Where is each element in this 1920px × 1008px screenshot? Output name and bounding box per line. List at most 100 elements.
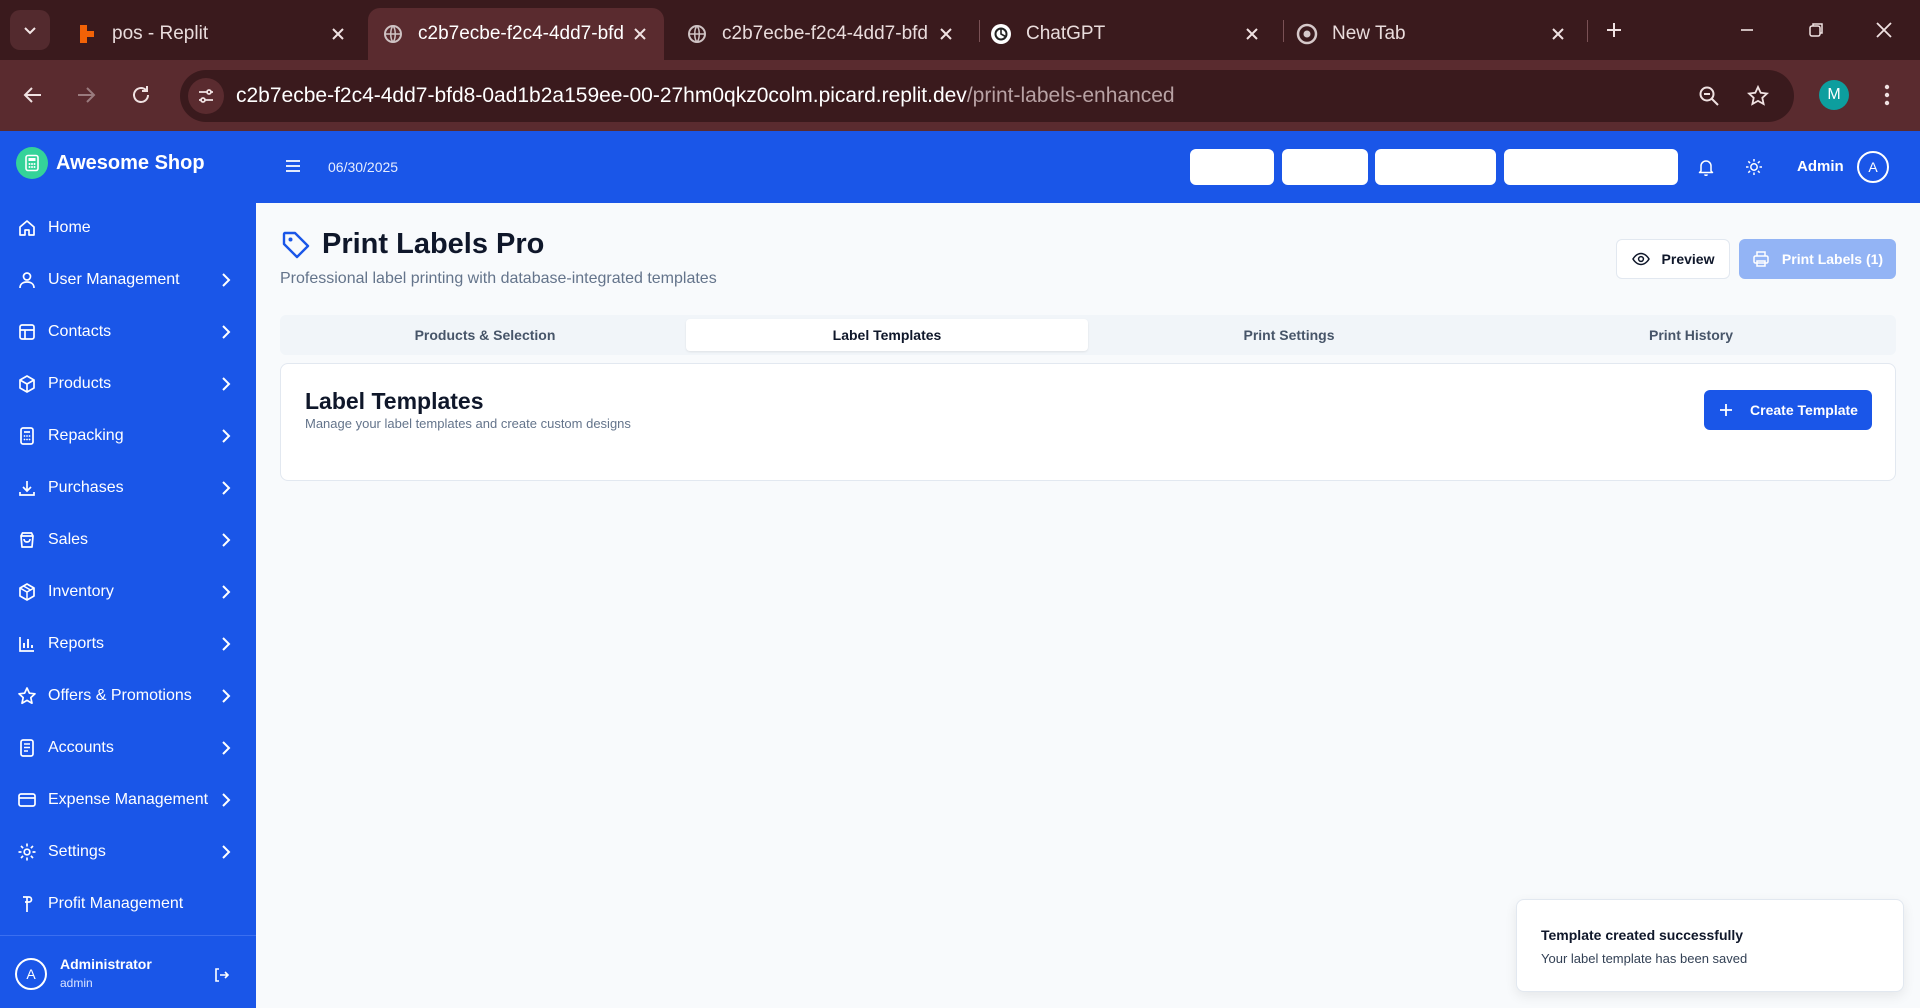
reload-icon	[133, 86, 149, 103]
close-window-button[interactable]	[1868, 14, 1900, 46]
sidebar-item-reports[interactable]: Reports	[0, 618, 256, 670]
user-icon	[16, 269, 38, 291]
address-bar[interactable]: c2b7ecbe-f2c4-4dd7-bfd8-0ad1b2a159ee-00-…	[180, 70, 1794, 122]
page-tabs: Products & Selection Label Templates Pri…	[280, 315, 1896, 355]
header-quick-button-2[interactable]	[1282, 149, 1368, 185]
restore-icon	[1809, 23, 1823, 37]
sidebar-item-label: Inventory	[48, 583, 114, 600]
chevron-right-icon	[216, 738, 236, 758]
sidebar-item-expense-management[interactable]: Expense Management	[0, 774, 256, 826]
bell-icon[interactable]	[1695, 156, 1717, 178]
brand-name: Awesome Shop	[56, 151, 205, 174]
sidebar-item-settings[interactable]: Settings	[0, 826, 256, 878]
preview-button-label: Preview	[1661, 251, 1715, 267]
restore-button[interactable]	[1800, 14, 1832, 46]
preview-button[interactable]: Preview	[1616, 239, 1730, 279]
browser-tab-chatgpt[interactable]: ChatGPT	[976, 8, 1276, 60]
sidebar-item-profit-management[interactable]: Profit Management	[0, 878, 256, 930]
page-subtitle: Professional label printing with databas…	[280, 270, 717, 287]
sidebar-item-label: Offers & Promotions	[48, 687, 192, 704]
header-quick-button-4[interactable]	[1504, 149, 1678, 185]
sidebar-item-inventory[interactable]: Inventory	[0, 566, 256, 618]
back-button[interactable]	[15, 77, 51, 113]
url-host: c2b7ecbe-f2c4-4dd7-bfd8-0ad1b2a159ee-00-…	[236, 84, 967, 107]
tab-search-button[interactable]	[10, 10, 50, 50]
sidebar-item-contacts[interactable]: Contacts	[0, 306, 256, 358]
close-icon[interactable]	[1240, 22, 1264, 46]
header-quick-button-3[interactable]	[1375, 149, 1496, 185]
tab-label-templates[interactable]: Label Templates	[686, 319, 1088, 351]
zoom-icon[interactable]	[1696, 83, 1722, 109]
tab-title: New Tab	[1332, 23, 1406, 44]
avatar[interactable]: A	[1857, 151, 1889, 183]
sidebar-item-label: Repacking	[48, 427, 124, 444]
tab-separator	[1587, 20, 1588, 42]
sidebar-user-panel: A Administrator admin	[0, 935, 256, 1008]
tab-print-settings[interactable]: Print Settings	[1088, 319, 1490, 351]
sidebar-item-label: Products	[48, 375, 112, 392]
tab-print-history[interactable]: Print History	[1490, 319, 1892, 351]
sidebar-item-label: User Management	[48, 271, 180, 288]
browser-menu-button[interactable]	[1872, 80, 1902, 110]
bar-chart-icon	[16, 633, 38, 655]
close-icon[interactable]	[934, 22, 958, 46]
box-icon	[16, 373, 38, 395]
app-header: 06/30/2025 Admin A	[256, 131, 1920, 203]
user-role: admin	[60, 976, 93, 990]
toast-title: Template created successfully	[1541, 927, 1744, 943]
calculator-icon	[16, 425, 38, 447]
minimize-icon	[1741, 29, 1753, 31]
sidebar-item-accounts[interactable]: Accounts	[0, 722, 256, 774]
sun-icon[interactable]	[1743, 156, 1765, 178]
chevron-down-icon	[24, 27, 36, 35]
sidebar-item-products[interactable]: Products	[0, 358, 256, 410]
site-info-button[interactable]	[188, 78, 224, 114]
admin-label[interactable]: Admin	[1797, 158, 1844, 175]
menu-icon[interactable]	[282, 155, 304, 177]
reload-button[interactable]	[123, 77, 159, 113]
minimize-button[interactable]	[1731, 14, 1763, 46]
sidebar-item-label: Profit Management	[48, 895, 184, 912]
profile-avatar[interactable]: M	[1819, 80, 1849, 110]
sidebar-item-offers-promotions[interactable]: Offers & Promotions	[0, 670, 256, 722]
create-template-button[interactable]: Create Template	[1704, 390, 1872, 430]
browser-tab-new-tab[interactable]: New Tab	[1282, 8, 1582, 60]
tab-products-selection[interactable]: Products & Selection	[284, 319, 686, 351]
chrome-icon	[1296, 23, 1318, 45]
close-icon	[1876, 22, 1892, 38]
chevron-right-icon	[216, 790, 236, 810]
sidebar-item-home[interactable]: Home	[0, 202, 256, 254]
sidebar-item-label: Settings	[48, 843, 106, 860]
print-labels-button[interactable]: Print Labels (1)	[1739, 239, 1896, 279]
close-icon[interactable]	[326, 22, 350, 46]
browser-tab-replit[interactable]: pos - Replit	[62, 8, 362, 60]
sidebar-item-repacking[interactable]: Repacking	[0, 410, 256, 462]
chevron-right-icon	[216, 686, 236, 706]
avatar[interactable]: A	[15, 958, 47, 990]
print-labels-button-label: Print Labels (1)	[1781, 251, 1884, 267]
close-icon[interactable]	[1546, 22, 1570, 46]
browser-tab-app[interactable]: c2b7ecbe-f2c4-4dd7-bfd	[672, 8, 970, 60]
chevron-right-icon	[216, 426, 236, 446]
sidebar-item-sales[interactable]: Sales	[0, 514, 256, 566]
chevron-right-icon	[216, 582, 236, 602]
card-description: Manage your label templates and create c…	[305, 416, 631, 431]
header-quick-button-1[interactable]	[1190, 149, 1274, 185]
forward-button[interactable]	[68, 77, 104, 113]
toast-notification[interactable]: Template created successfully Your label…	[1516, 899, 1904, 992]
sidebar-item-purchases[interactable]: Purchases	[0, 462, 256, 514]
browser-toolbar: c2b7ecbe-f2c4-4dd7-bfd8-0ad1b2a159ee-00-…	[0, 60, 1920, 131]
brand[interactable]: Awesome Shop	[16, 147, 205, 179]
chevron-right-icon	[216, 842, 236, 862]
bookmark-star-icon[interactable]	[1745, 83, 1771, 109]
tab-title: ChatGPT	[1026, 23, 1106, 44]
sidebar-item-user-management[interactable]: User Management	[0, 254, 256, 306]
browser-tab-app-active[interactable]: c2b7ecbe-f2c4-4dd7-bfd	[368, 8, 664, 60]
arrow-left-icon	[23, 87, 41, 103]
browser-tab-bar: pos - Replit c2b7ecbe-f2c4-4dd7-bfd c2b7…	[0, 0, 1920, 60]
sidebar-item-label: Sales	[48, 531, 89, 548]
new-tab-button[interactable]	[1598, 14, 1630, 46]
close-icon[interactable]	[628, 22, 652, 46]
wallet-icon	[16, 789, 38, 811]
logout-icon[interactable]	[210, 964, 232, 986]
